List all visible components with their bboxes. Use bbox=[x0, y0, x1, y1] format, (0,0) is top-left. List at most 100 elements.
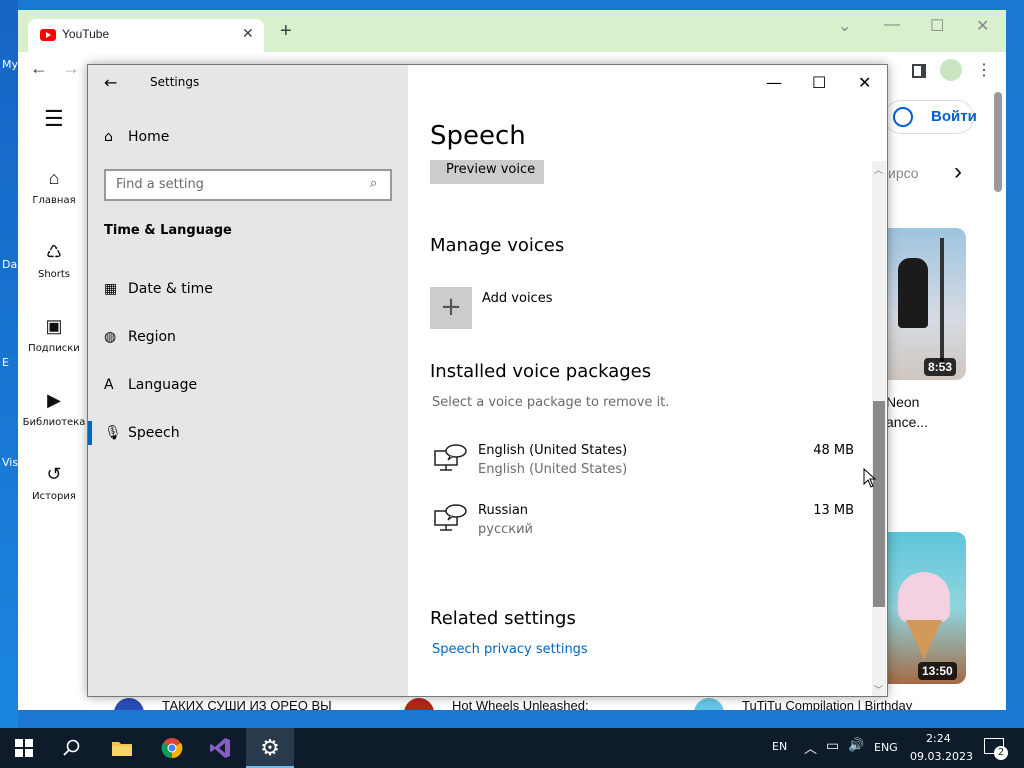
yt-sidebar-home[interactable]: ⌂ Главная bbox=[18, 168, 90, 206]
settings-search-input[interactable]: Find a setting ⌕ bbox=[104, 169, 392, 201]
thumbnail-figure bbox=[898, 258, 928, 328]
tab-close-icon[interactable]: ✕ bbox=[242, 25, 254, 42]
microphone-icon: 🎙 bbox=[104, 425, 122, 441]
yt-sidebar-label: Подписки bbox=[28, 343, 80, 354]
browser-maximize-button[interactable]: ☐ bbox=[930, 16, 944, 36]
yt-sidebar-history[interactable]: ↺ История bbox=[18, 464, 90, 502]
yt-sidebar-label: История bbox=[32, 491, 76, 502]
taskbar: ⚙ EN ︿ ▭ 🔊 ENG 2:24 09.03.2023 2 bbox=[0, 728, 1024, 768]
taskbar-settings[interactable]: ⚙ bbox=[246, 728, 294, 768]
settings-back-button[interactable]: ← bbox=[104, 73, 117, 92]
subscriptions-icon: ▣ bbox=[45, 316, 63, 336]
video-duration: 13:50 bbox=[918, 662, 957, 680]
desktop-icon-label[interactable]: My bbox=[2, 58, 18, 71]
yt-menu-icon[interactable]: ☰ bbox=[44, 106, 64, 132]
volume-icon[interactable]: 🔊 bbox=[848, 738, 864, 753]
notification-count-badge: 2 bbox=[994, 746, 1008, 760]
new-tab-button[interactable]: + bbox=[280, 21, 292, 41]
video-title[interactable]: Hot Wheels Unleashed: bbox=[452, 698, 589, 710]
settings-nav-pane: ← Settings ⌂ Home Find a setting ⌕ Time &… bbox=[88, 65, 408, 696]
settings-window-title: Settings bbox=[150, 75, 200, 89]
side-panel-icon[interactable] bbox=[912, 64, 926, 78]
scroll-down-icon[interactable]: ﹀ bbox=[874, 683, 883, 696]
visual-studio-icon bbox=[210, 738, 230, 758]
chip-next-icon[interactable]: › bbox=[954, 158, 962, 186]
yt-sidebar-shorts[interactable]: ♺ Shorts bbox=[18, 242, 90, 280]
video-title[interactable]: Neon ance... bbox=[886, 392, 928, 432]
channel-avatar[interactable] bbox=[404, 698, 434, 710]
settings-nav-date-time[interactable]: ▦ Date & time bbox=[104, 281, 213, 297]
settings-close-button[interactable]: ✕ bbox=[858, 73, 871, 92]
settings-nav-language[interactable]: A Language bbox=[104, 377, 197, 393]
language-icon: A bbox=[104, 377, 114, 393]
home-icon: ⌂ bbox=[104, 129, 113, 145]
taskbar-file-explorer[interactable] bbox=[98, 728, 146, 768]
video-duration: 8:53 bbox=[924, 358, 957, 376]
channel-avatar[interactable] bbox=[114, 698, 144, 710]
desktop-icon-label[interactable]: E bbox=[2, 356, 9, 369]
add-voices-button[interactable]: + bbox=[430, 287, 472, 329]
taskbar-visual-studio[interactable] bbox=[196, 728, 244, 768]
shorts-icon: ♺ bbox=[45, 242, 63, 262]
related-settings-heading: Related settings bbox=[430, 608, 576, 629]
browser-menu-icon[interactable]: ⋮ bbox=[976, 60, 992, 80]
preview-voice-button[interactable]: Preview voice bbox=[430, 160, 544, 184]
profile-avatar[interactable] bbox=[940, 59, 962, 81]
speech-privacy-link[interactable]: Speech privacy settings bbox=[432, 642, 588, 657]
yt-signin-button[interactable]: Войти bbox=[884, 100, 977, 134]
voice-package-name: Russian bbox=[478, 503, 529, 518]
start-button[interactable] bbox=[0, 728, 48, 768]
video-title[interactable]: ТАКИХ СУШИ ИЗ ОРЕО ВЫ bbox=[162, 698, 332, 710]
mouse-cursor-icon bbox=[863, 468, 877, 488]
settings-minimize-button[interactable]: — bbox=[766, 73, 782, 92]
voice-package-item[interactable]: English (United States) English (United … bbox=[430, 435, 860, 487]
tab-title: YouTube bbox=[62, 27, 110, 41]
video-title[interactable]: TuTiTu Compilation | Birthday bbox=[742, 698, 912, 710]
yt-sidebar-library[interactable]: ▶ Библиотека bbox=[18, 390, 90, 428]
taskbar-chrome[interactable] bbox=[148, 728, 196, 768]
voice-package-subtitle: русский bbox=[478, 522, 533, 537]
video-thumbnail[interactable]: 8:53 bbox=[884, 228, 966, 380]
language-indicator[interactable]: EN bbox=[772, 740, 787, 753]
settings-nav-region[interactable]: ◍ Region bbox=[104, 329, 176, 345]
network-icon[interactable]: ▭ bbox=[826, 738, 839, 754]
nav-label: Date & time bbox=[128, 281, 213, 297]
yt-sidebar-label: Shorts bbox=[37, 269, 71, 280]
voice-package-icon bbox=[434, 444, 467, 471]
browser-tab[interactable]: YouTube ✕ bbox=[28, 19, 264, 52]
tray-overflow-icon[interactable]: ︿ bbox=[804, 738, 817, 757]
add-voices-label[interactable]: Add voices bbox=[482, 291, 552, 306]
input-language[interactable]: ENG bbox=[874, 741, 898, 754]
voice-package-item[interactable]: Russian русский 13 MB bbox=[430, 495, 860, 547]
settings-maximize-button[interactable]: ☐ bbox=[812, 73, 826, 92]
browser-minimize-button[interactable]: — bbox=[884, 16, 900, 34]
channel-avatar[interactable] bbox=[694, 698, 724, 710]
taskbar-search-button[interactable] bbox=[48, 728, 96, 768]
library-icon: ▶ bbox=[47, 390, 61, 410]
thumbnail-cone bbox=[906, 620, 942, 660]
clock-time[interactable]: 2:24 bbox=[926, 732, 951, 745]
settings-nav-speech[interactable]: 🎙 Speech bbox=[104, 425, 180, 441]
installed-packages-heading: Installed voice packages bbox=[430, 361, 652, 382]
desktop-icon-label[interactable]: Vis bbox=[2, 456, 18, 469]
voice-package-size: 13 MB bbox=[813, 503, 854, 518]
desktop-icon-label[interactable]: Da bbox=[2, 258, 17, 271]
scroll-up-icon[interactable]: ︿ bbox=[874, 163, 883, 176]
settings-home-link[interactable]: ⌂ Home bbox=[104, 129, 169, 145]
tab-search-icon[interactable]: ⌄ bbox=[838, 16, 851, 36]
nav-label: Speech bbox=[128, 425, 180, 441]
browser-forward-button[interactable]: → bbox=[62, 58, 80, 79]
settings-scrollbar-thumb[interactable] bbox=[873, 401, 885, 607]
installed-packages-hint: Select a voice package to remove it. bbox=[432, 395, 670, 410]
browser-close-button[interactable]: ✕ bbox=[976, 16, 989, 36]
clock-date[interactable]: 09.03.2023 bbox=[910, 750, 973, 763]
page-scrollbar[interactable] bbox=[994, 92, 1002, 192]
browser-titlebar: YouTube ✕ + ⌄ — ☐ ✕ bbox=[18, 10, 1006, 52]
yt-chip[interactable]: ирсо bbox=[888, 165, 919, 181]
nav-label: Language bbox=[128, 377, 198, 393]
thumbnail-icecream bbox=[898, 572, 950, 622]
yt-sidebar-subscriptions[interactable]: ▣ Подписки bbox=[18, 316, 90, 354]
voice-package-name: English (United States) bbox=[478, 443, 628, 458]
browser-back-button[interactable]: ← bbox=[30, 58, 48, 79]
video-thumbnail[interactable]: 13:50 bbox=[884, 532, 966, 684]
